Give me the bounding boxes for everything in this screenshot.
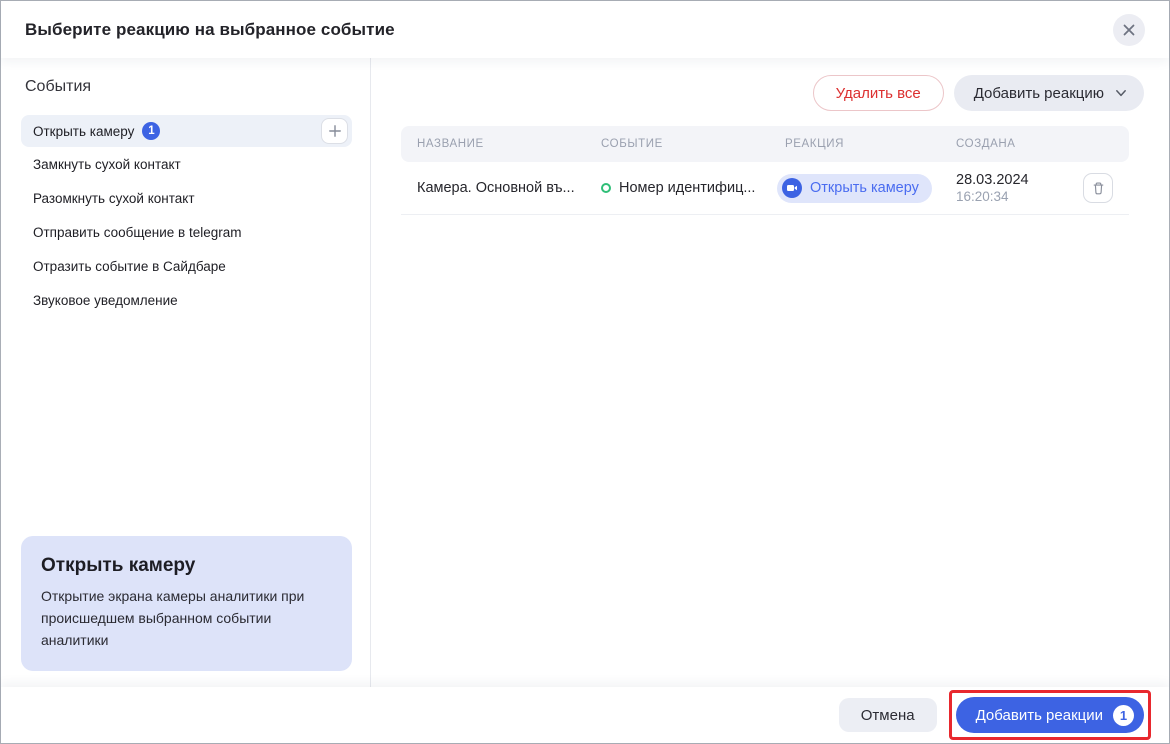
created-date: 28.03.2024 bbox=[956, 172, 1073, 189]
table-row: Камера. Основной въ... Номер идентифиц..… bbox=[401, 162, 1129, 215]
column-header-name: НАЗВАНИЕ bbox=[401, 138, 585, 150]
sidebar-item-sidebar-event[interactable]: Отразить событие в Сайдбаре bbox=[21, 249, 352, 283]
table-header-row: НАЗВАНИЕ СОБЫТИЕ РЕАКЦИЯ СОЗДАНА bbox=[401, 126, 1129, 162]
dialog-header: Выберите реакцию на выбранное событие bbox=[1, 1, 1169, 58]
sidebar-item-label: Звуковое уведомление bbox=[33, 293, 178, 308]
events-sidebar: События Открыть камеру 1 Замкнуть сухой … bbox=[1, 58, 371, 687]
column-header-event: СОБЫТИЕ bbox=[585, 138, 769, 150]
sidebar-heading: События bbox=[25, 76, 352, 98]
column-header-reaction: РЕАКЦИЯ bbox=[769, 138, 940, 150]
event-info-card: Открыть камеру Открытие экрана камеры ан… bbox=[21, 536, 352, 671]
sidebar-item-label: Отправить сообщение в telegram bbox=[33, 225, 242, 240]
reactions-panel: Удалить все Добавить реакцию НАЗВАНИЕ СО… bbox=[371, 58, 1169, 687]
column-header-created: СОЗДАНА bbox=[940, 138, 1073, 150]
add-reaction-dropdown-label: Добавить реакцию bbox=[974, 85, 1104, 102]
sidebar-item-label: Разомкнуть сухой контакт bbox=[33, 191, 195, 206]
cell-event: Номер идентифиц... bbox=[585, 180, 769, 196]
chevron-down-icon bbox=[1114, 86, 1128, 100]
plus-icon bbox=[328, 124, 342, 138]
created-time: 16:20:34 bbox=[956, 189, 1073, 205]
add-reaction-dropdown[interactable]: Добавить реакцию bbox=[954, 75, 1144, 111]
event-status-icon bbox=[601, 183, 611, 193]
add-reaction-plus-button[interactable] bbox=[321, 118, 348, 144]
info-card-title: Открыть камеру bbox=[41, 555, 332, 577]
reaction-badge[interactable]: Открыть камеру bbox=[777, 174, 932, 203]
sidebar-item-label: Открыть камеру bbox=[33, 124, 134, 139]
trash-icon bbox=[1091, 181, 1106, 196]
delete-row-button[interactable] bbox=[1083, 173, 1113, 203]
actions-row: Удалить все Добавить реакцию bbox=[401, 75, 1144, 111]
count-badge: 1 bbox=[142, 122, 160, 140]
sidebar-item-open-dry-contact[interactable]: Разомкнуть сухой контакт bbox=[21, 181, 352, 215]
reaction-label: Открыть камеру bbox=[810, 180, 919, 196]
submit-count-badge: 1 bbox=[1113, 705, 1134, 726]
sidebar-item-label: Отразить событие в Сайдбаре bbox=[33, 259, 226, 274]
submit-button-label: Добавить реакции bbox=[976, 707, 1103, 724]
info-card-description: Открытие экрана камеры аналитики при про… bbox=[41, 585, 321, 651]
annotation-highlight: Добавить реакции 1 bbox=[949, 690, 1151, 740]
reaction-dialog: Выберите реакцию на выбранное событие Со… bbox=[0, 0, 1170, 744]
sidebar-item-close-dry-contact[interactable]: Замкнуть сухой контакт bbox=[21, 147, 352, 181]
close-icon bbox=[1122, 23, 1136, 37]
sidebar-item-sound-notification[interactable]: Звуковое уведомление bbox=[21, 283, 352, 317]
delete-all-button[interactable]: Удалить все bbox=[813, 75, 944, 111]
sidebar-item-open-camera[interactable]: Открыть камеру 1 bbox=[21, 115, 352, 147]
cell-name: Камера. Основной въ... bbox=[401, 180, 585, 196]
cell-actions bbox=[1073, 173, 1129, 203]
close-button[interactable] bbox=[1113, 14, 1145, 46]
sidebar-item-label: Замкнуть сухой контакт bbox=[33, 157, 181, 172]
cancel-button[interactable]: Отмена bbox=[839, 698, 937, 732]
reactions-table: НАЗВАНИЕ СОБЫТИЕ РЕАКЦИЯ СОЗДАНА Камера.… bbox=[401, 126, 1129, 215]
sidebar-item-telegram-message[interactable]: Отправить сообщение в telegram bbox=[21, 215, 352, 249]
cell-created: 28.03.2024 16:20:34 bbox=[940, 172, 1073, 205]
dialog-footer: Отмена Добавить реакции 1 bbox=[1, 687, 1169, 743]
add-reactions-submit-button[interactable]: Добавить реакции 1 bbox=[956, 697, 1144, 733]
dialog-title: Выберите реакцию на выбранное событие bbox=[25, 20, 395, 40]
event-label: Номер идентифиц... bbox=[619, 180, 755, 196]
cell-reaction: Открыть камеру bbox=[769, 174, 940, 203]
camera-icon bbox=[782, 178, 802, 198]
